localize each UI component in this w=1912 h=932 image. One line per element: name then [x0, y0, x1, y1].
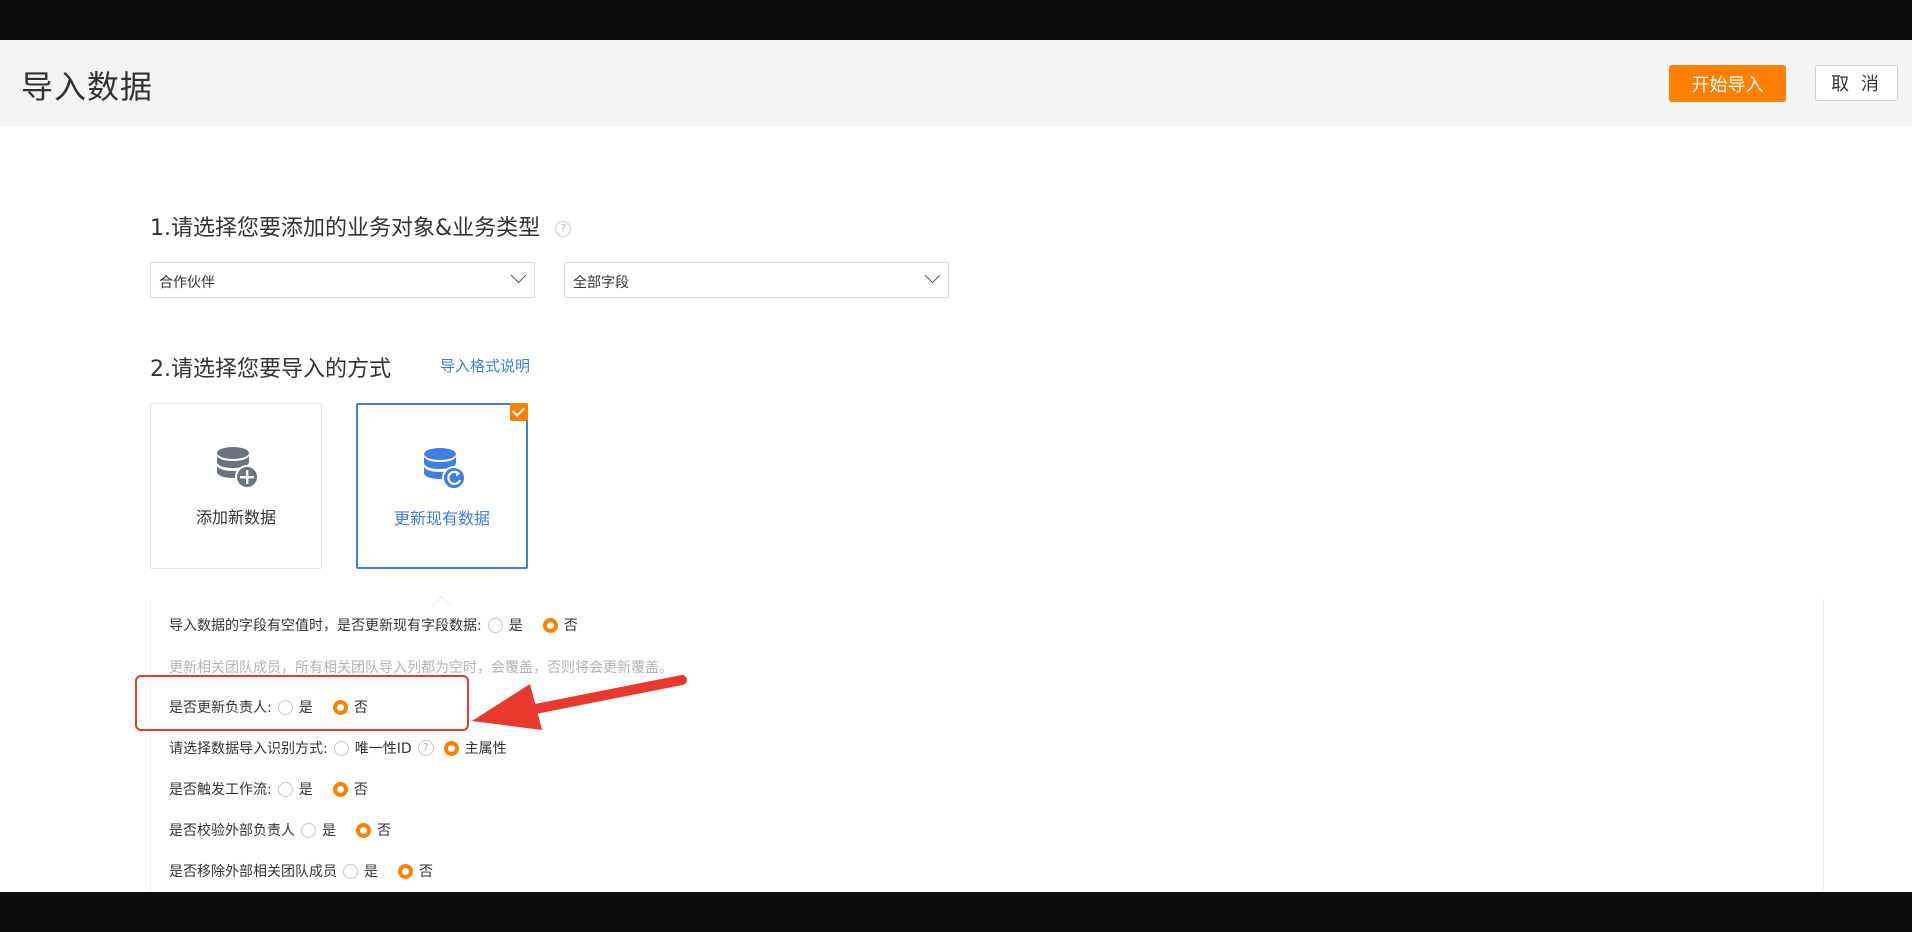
remove-external-team-question: 是否移除外部相关团队成员	[169, 864, 337, 880]
type-select-value: 全部字段	[573, 275, 629, 291]
radio-button-selected[interactable]	[443, 740, 459, 756]
option-label: 主属性	[464, 741, 507, 757]
radio-button[interactable]	[487, 617, 503, 633]
step1-title: 1.请选择您要添加的业务对象&业务类型 ?	[150, 210, 572, 242]
help-icon[interactable]: ?	[555, 221, 572, 237]
annotation-highlight-box	[135, 675, 469, 731]
identify-unique-id-option[interactable]: 唯一性ID?	[333, 738, 434, 758]
update-existing-data-label: 更新现有数据	[393, 509, 490, 528]
format-help-link[interactable]: 导入格式说明	[440, 355, 530, 376]
empty-value-no-option[interactable]: 否	[542, 615, 578, 635]
step1-title-text: 1.请选择您要添加的业务对象&业务类型	[150, 216, 541, 241]
add-new-data-card[interactable]: 添加新数据	[150, 403, 322, 569]
trigger-workflow-yes-option[interactable]: 是	[277, 779, 313, 799]
identify-mode-row: 请选择数据导入识别方式: 唯一性ID? 主属性	[169, 738, 527, 758]
object-select[interactable]: 合作伙伴	[150, 262, 535, 298]
database-add-icon	[217, 447, 259, 489]
radio-button[interactable]	[301, 822, 316, 838]
chevron-down-icon	[924, 267, 941, 284]
step2-title: 2.请选择您要导入的方式	[150, 357, 391, 382]
check-external-owner-row: 是否校验外部负责人 是 否	[169, 820, 411, 840]
option-label: 否	[377, 823, 391, 839]
remove-external-team-row: 是否移除外部相关团队成员 是 否	[169, 861, 453, 881]
option-label: 是	[298, 782, 313, 798]
remove-external-team-yes-option[interactable]: 是	[343, 861, 378, 881]
page-title: 导入数据	[21, 68, 154, 106]
help-icon[interactable]: ?	[417, 740, 434, 756]
option-label: 否	[353, 782, 368, 798]
option-label: 是	[322, 823, 336, 839]
radio-button-selected[interactable]	[332, 781, 348, 797]
chevron-down-icon	[510, 267, 527, 284]
import-data-page: 导入数据 开始导入 取 消 1.请选择您要添加的业务对象&业务类型 ? 合作伙伴…	[0, 40, 1912, 892]
option-label: 唯一性ID	[354, 741, 412, 757]
check-external-owner-yes-option[interactable]: 是	[301, 820, 336, 840]
trigger-workflow-row: 是否触发工作流: 是 否	[169, 779, 388, 799]
annotation-arrow-icon	[472, 675, 687, 730]
option-label: 是	[364, 864, 378, 880]
radio-button-selected[interactable]	[398, 863, 413, 879]
cancel-button[interactable]: 取 消	[1815, 65, 1898, 101]
type-select[interactable]: 全部字段	[564, 262, 949, 298]
trigger-workflow-no-option[interactable]: 否	[332, 779, 368, 799]
selected-check-icon	[510, 403, 528, 421]
object-select-value: 合作伙伴	[159, 275, 215, 291]
empty-value-update-row: 导入数据的字段有空值时，是否更新现有字段数据: 是 否	[169, 615, 598, 635]
check-external-owner-no-option[interactable]: 否	[356, 820, 391, 840]
check-external-owner-question: 是否校验外部负责人	[169, 823, 295, 839]
empty-value-question: 导入数据的字段有空值时，是否更新现有字段数据:	[169, 618, 482, 634]
option-label: 是	[508, 618, 523, 634]
trigger-workflow-question: 是否触发工作流:	[169, 782, 272, 798]
remove-external-team-no-option[interactable]: 否	[398, 861, 433, 881]
identify-main-attribute-option[interactable]: 主属性	[443, 738, 507, 758]
radio-button-selected[interactable]	[356, 822, 371, 838]
update-existing-data-card[interactable]: 更新现有数据	[356, 403, 528, 569]
start-import-button[interactable]: 开始导入	[1669, 65, 1786, 102]
option-label: 否	[419, 864, 433, 880]
identify-mode-question: 请选择数据导入识别方式:	[169, 741, 328, 757]
radio-button[interactable]	[277, 781, 293, 797]
database-refresh-icon	[424, 448, 466, 490]
option-label: 否	[563, 618, 578, 634]
add-new-data-label: 添加新数据	[195, 508, 276, 527]
radio-button[interactable]	[333, 740, 349, 756]
empty-value-yes-option[interactable]: 是	[487, 615, 523, 635]
radio-button-selected[interactable]	[542, 617, 558, 633]
radio-button[interactable]	[343, 863, 358, 879]
page-header: 导入数据 开始导入 取 消	[0, 40, 1912, 126]
